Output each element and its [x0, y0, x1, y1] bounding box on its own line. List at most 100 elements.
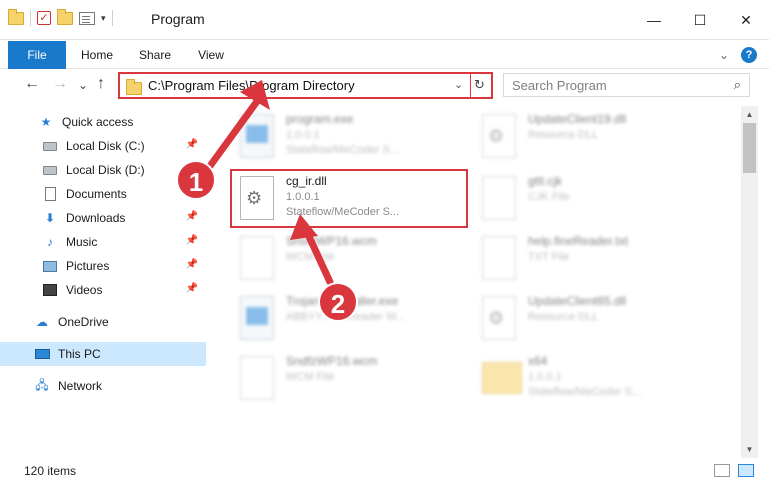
- sidebar-item-label: Local Disk (C:): [66, 139, 145, 153]
- divider: [30, 10, 31, 26]
- search-icon[interactable]: ⌕: [734, 77, 741, 93]
- cloud-icon: ☁: [36, 315, 48, 329]
- document-file-icon: [240, 236, 274, 280]
- tab-home[interactable]: Home: [72, 41, 122, 69]
- file-name: cg_ir.dll: [286, 174, 327, 188]
- file-company: Stateflow/MeCoder S...: [286, 144, 400, 156]
- file-name: program.exe: [286, 112, 354, 126]
- folder-icon: [126, 79, 142, 95]
- up-arrow-icon[interactable]: ↑: [97, 75, 105, 93]
- music-icon: ♪: [47, 235, 53, 249]
- pin-icon[interactable]: 📌: [186, 235, 198, 246]
- file-list: program.exe 1.0.0.1 Stateflow/MeCoder S.…: [206, 106, 741, 458]
- file-item-help-finereader-txt[interactable]: help.fineReader.txt TXT File: [476, 230, 726, 290]
- pin-icon[interactable]: 📌: [186, 139, 198, 150]
- file-item-trojanuninstaller-exe[interactable]: TrojanUninstaller.exe ABBYY FineReader W…: [234, 290, 484, 350]
- file-item-updateclient65-dll[interactable]: UpdateClient65.dll Resource DLL: [476, 290, 726, 350]
- sidebar-item-quick-access[interactable]: ★ Quick access: [0, 110, 206, 134]
- folder-icon: [8, 8, 24, 25]
- details-view-icon[interactable]: [714, 464, 730, 477]
- search-input[interactable]: [512, 77, 712, 93]
- tab-file[interactable]: File: [8, 41, 66, 69]
- tab-view[interactable]: View: [188, 41, 234, 69]
- item-count: 120 items: [24, 464, 77, 478]
- sidebar-item-label: Downloads: [66, 211, 126, 225]
- title-bar: ✓ ▾ Program — ☐ ✕: [0, 0, 769, 40]
- sidebar-item-onedrive[interactable]: ☁ OneDrive: [0, 310, 206, 334]
- file-name: gttl.cjk: [528, 174, 563, 188]
- scroll-up-icon[interactable]: ▲: [741, 106, 758, 123]
- help-icon[interactable]: ?: [741, 47, 757, 63]
- file-company: Stateflow/MeCoder S...: [286, 206, 400, 218]
- file-item-snsfzwp16-wcm[interactable]: SnsfzWP16.wcm WCM File: [234, 230, 484, 290]
- search-box[interactable]: ⌕: [503, 73, 750, 97]
- file-item-sndfzwp16-wcm[interactable]: SndfzWP16.wcm WCM File: [234, 350, 484, 410]
- properties-check-icon[interactable]: ✓: [37, 11, 51, 25]
- sidebar-item-music[interactable]: ♪ Music 📌: [0, 230, 206, 254]
- file-item-cg-ir-dll[interactable]: cg_ir.dll 1.0.0.1 Stateflow/MeCoder S...: [234, 170, 484, 230]
- sidebar-item-pictures[interactable]: Pictures 📌: [0, 254, 206, 278]
- sidebar-item-this-pc[interactable]: This PC: [0, 342, 206, 366]
- divider: [111, 10, 113, 26]
- pin-icon[interactable]: 📌: [186, 283, 198, 294]
- minimize-button[interactable]: —: [631, 0, 677, 40]
- properties-icon[interactable]: [79, 11, 95, 25]
- star-icon: ★: [40, 115, 52, 129]
- sidebar-item-label: OneDrive: [58, 315, 109, 329]
- maximize-button[interactable]: ☐: [677, 0, 723, 40]
- document-file-icon: [240, 356, 274, 400]
- sidebar-item-documents[interactable]: Documents 📌: [0, 182, 206, 206]
- expand-ribbon-icon[interactable]: ⌄: [719, 48, 729, 62]
- recent-locations-icon[interactable]: ⌄: [78, 78, 88, 92]
- customize-toolbar-icon[interactable]: ▾: [101, 13, 106, 24]
- file-company: Stateflow/MeCoder S...: [528, 386, 642, 398]
- navigation-pane: ★ Quick access Local Disk (C:) 📌 Local D…: [0, 106, 206, 458]
- window-controls: — ☐ ✕: [631, 0, 769, 40]
- network-icon: 🖧: [35, 377, 49, 392]
- file-type: Resource DLL: [528, 311, 599, 323]
- forward-arrow-icon[interactable]: →: [52, 75, 68, 93]
- sidebar-item-network[interactable]: 🖧 Network: [0, 374, 206, 398]
- navigation-bar: ← → ⌄ ↑ C:\Program Files\Program Directo…: [0, 69, 769, 103]
- file-type: Resource DLL: [528, 129, 599, 141]
- close-button[interactable]: ✕: [723, 0, 769, 40]
- scroll-thumb[interactable]: [743, 123, 756, 173]
- pin-icon[interactable]: 📌: [186, 259, 198, 270]
- sidebar-item-local-disk-c[interactable]: Local Disk (C:) 📌: [0, 134, 206, 158]
- address-path[interactable]: C:\Program Files\Program Directory: [148, 78, 355, 93]
- disk-icon: [43, 165, 57, 175]
- file-version: 1.0.0.1: [286, 191, 320, 203]
- exe-file-icon: [240, 296, 274, 340]
- vertical-scrollbar[interactable]: ▲ ▼: [741, 106, 758, 458]
- callout-marker-1: 1: [176, 160, 216, 200]
- pin-icon[interactable]: 📌: [186, 211, 198, 222]
- sidebar-item-label: Network: [58, 379, 103, 393]
- status-bar: 120 items: [0, 458, 769, 493]
- refresh-icon[interactable]: ↻: [474, 77, 485, 93]
- file-item-gttl-cjk[interactable]: gttl.cjk CJK File: [476, 170, 726, 230]
- computer-icon: [34, 349, 50, 359]
- tab-share[interactable]: Share: [132, 41, 178, 69]
- address-dropdown-icon[interactable]: ⌄: [454, 78, 463, 91]
- sidebar-item-videos[interactable]: Videos 📌: [0, 278, 206, 302]
- file-item-updateclient19-dll[interactable]: UpdateClient19.dll Resource DLL: [476, 108, 726, 168]
- file-version: 1.0.0.1: [528, 371, 562, 383]
- sidebar-item-label: Local Disk (D:): [66, 163, 145, 177]
- window-title: Program: [151, 11, 205, 27]
- dll-file-icon: [482, 296, 516, 340]
- folder-icon: [482, 362, 522, 394]
- document-file-icon: [482, 236, 516, 280]
- file-name: UpdateClient19.dll: [528, 112, 627, 126]
- scroll-down-icon[interactable]: ▼: [741, 441, 758, 458]
- sidebar-item-downloads[interactable]: ⬇ Downloads 📌: [0, 206, 206, 230]
- callout-marker-2: 2: [318, 282, 358, 322]
- file-name: x64: [528, 354, 548, 368]
- picture-icon: [43, 260, 57, 272]
- file-item-program-exe[interactable]: program.exe 1.0.0.1 Stateflow/MeCoder S.…: [234, 108, 484, 168]
- large-icons-view-icon[interactable]: [738, 464, 754, 477]
- disk-icon: [43, 141, 57, 151]
- new-folder-icon[interactable]: [57, 8, 73, 25]
- file-item-x64[interactable]: x64 1.0.0.1 Stateflow/MeCoder S...: [476, 350, 726, 410]
- address-bar[interactable]: C:\Program Files\Program Directory ⌄ ↻: [118, 72, 493, 99]
- back-arrow-icon[interactable]: ←: [24, 75, 40, 93]
